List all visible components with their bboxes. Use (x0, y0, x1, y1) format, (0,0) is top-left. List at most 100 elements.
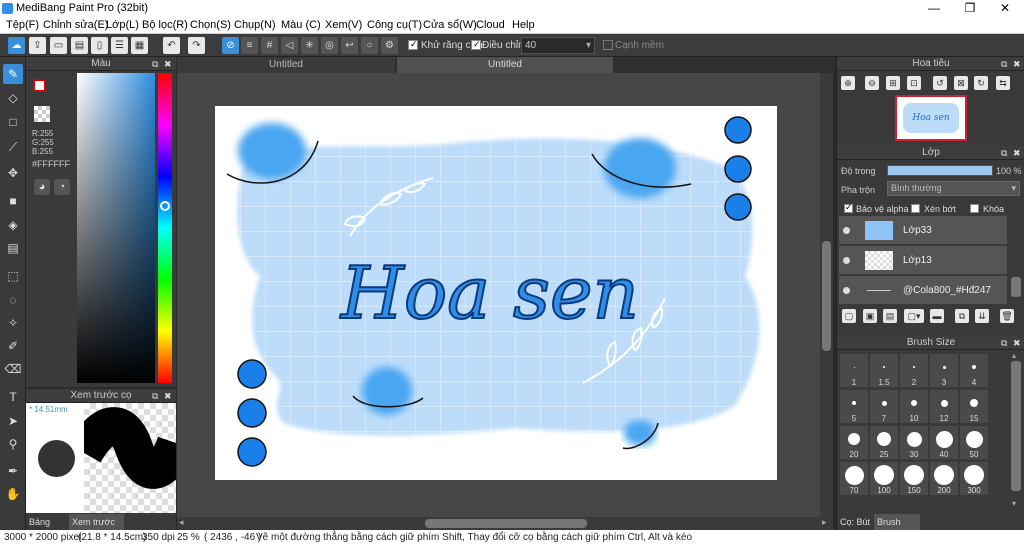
visibility-icon[interactable] (843, 227, 850, 234)
brush-size-cell[interactable]: 25 (869, 425, 899, 460)
lock-checkbox[interactable] (970, 204, 979, 213)
tab-brush-size[interactable]: Brush Size (874, 514, 920, 543)
brush-size-cell[interactable]: 15 (959, 389, 989, 424)
drawing-canvas[interactable]: Hoa sen (215, 106, 777, 480)
brush-size-cell[interactable]: 20 (839, 425, 869, 460)
reset-view-icon[interactable]: ⊠ (954, 76, 968, 90)
zoom-out-icon[interactable]: ⊖ (865, 76, 879, 90)
menu-layer[interactable]: Lớp(L) (106, 19, 139, 31)
brush-size-scroll-thumb[interactable] (1011, 361, 1021, 491)
layer-row[interactable]: Lớp33 (839, 216, 1007, 245)
operation-tool-icon[interactable]: ➤ (3, 411, 23, 431)
hue-handle[interactable] (160, 201, 170, 211)
brush-size-cell[interactable]: 12 (929, 389, 959, 424)
color-settings-icon[interactable]: ◔ (54, 179, 70, 195)
menu-cloud[interactable]: Cloud (476, 19, 505, 31)
protect-alpha-checkbox[interactable]: ✓ (844, 202, 853, 213)
new-8bit-layer-icon[interactable]: ▤ (883, 309, 897, 323)
eyedropper-tool-icon[interactable]: ⚲ (3, 434, 23, 454)
panel-close-icon[interactable]: ✖ (1013, 336, 1021, 350)
tab-palette[interactable]: Bảng màu (26, 514, 68, 543)
menu-color[interactable]: Màu (C) (281, 19, 321, 31)
layers-scroll-thumb[interactable] (1011, 277, 1021, 297)
tab-brush-preview[interactable]: Xem trước cọ (69, 514, 124, 543)
dot-tool-icon[interactable]: □ (3, 112, 23, 132)
comment-icon[interactable]: ▭ (50, 37, 67, 54)
brush-size-cell[interactable]: 5 (839, 389, 869, 424)
duplicate-layer-icon[interactable]: ⧉ (955, 309, 969, 323)
brush-size-cell[interactable]: 1 (839, 353, 869, 388)
snap-curve-icon[interactable]: ↩ (341, 37, 358, 54)
lasso-tool-icon[interactable]: ◌ (3, 290, 23, 310)
add-layer-menu-icon[interactable]: ▢▾ (904, 309, 924, 323)
menu-view[interactable]: Xem(V) (325, 19, 362, 31)
brush-size-cell[interactable]: 50 (959, 425, 989, 460)
magic-wand-tool-icon[interactable]: ✧ (3, 313, 23, 333)
zoom-in-icon[interactable]: ⊕ (841, 76, 855, 90)
snap-settings-icon[interactable]: ⚙ (381, 37, 398, 54)
close-button[interactable]: ✕ (988, 0, 1022, 17)
brush-size-cell[interactable]: 3 (929, 353, 959, 388)
vertical-scrollbar[interactable] (820, 73, 833, 517)
visibility-icon[interactable] (843, 287, 850, 294)
brush-size-cell[interactable]: 300 (959, 461, 989, 496)
snap-radial-icon[interactable]: ✳ (301, 37, 318, 54)
grid-icon[interactable]: ▦ (131, 37, 148, 54)
brush-size-cell[interactable]: 30 (899, 425, 929, 460)
visibility-icon[interactable] (843, 257, 850, 264)
hand-tool-icon[interactable]: ✋ (3, 484, 23, 504)
tab-untitled-2[interactable]: Untitled (397, 57, 613, 73)
navigator-preview[interactable]: Hoa sen (895, 95, 967, 141)
brush-size-cell[interactable]: 1.5 (869, 353, 899, 388)
menu-edit[interactable]: Chỉnh sửa(E) (43, 19, 108, 31)
panel-close-icon[interactable]: ✖ (1013, 146, 1021, 160)
panel-close-icon[interactable]: ✖ (164, 389, 172, 403)
palette-icon[interactable]: ◕ (34, 179, 50, 195)
dropper-tool-icon[interactable]: ✒ (3, 461, 23, 481)
delete-layer-icon[interactable]: 🗑 (1000, 309, 1014, 323)
menu-select[interactable]: Chọn(S) (190, 19, 231, 31)
snap-parallel-icon[interactable]: ≡ (241, 37, 258, 54)
menu-tools[interactable]: Công cụ(T) (367, 19, 422, 31)
snap-off-icon[interactable]: ⊘ (222, 37, 239, 54)
horizontal-scrollbar[interactable]: ◂ ▸ (177, 517, 833, 530)
foreground-color-swatch[interactable] (33, 79, 46, 92)
snap-grid-icon[interactable]: # (261, 37, 278, 54)
scroll-down-icon[interactable]: ▾ (1012, 499, 1016, 508)
eraser-tool-icon[interactable]: ◇ (3, 88, 23, 108)
panel-close-icon[interactable]: ✖ (164, 57, 172, 71)
new-layer-icon[interactable]: ▢ (842, 309, 856, 323)
maximize-button[interactable]: ❐ (953, 0, 987, 17)
brush-size-cell[interactable]: 150 (899, 461, 929, 496)
snap-circle-icon[interactable]: ◎ (321, 37, 338, 54)
menu-help[interactable]: Help (512, 19, 535, 31)
tab-untitled-1[interactable]: Untitled (177, 57, 395, 73)
transparent-color-swatch[interactable] (34, 106, 50, 122)
vertical-scroll-thumb[interactable] (822, 241, 831, 351)
brush-size-cell[interactable]: 7 (869, 389, 899, 424)
move-tool-icon[interactable]: ✥ (3, 163, 23, 183)
scroll-right-icon[interactable]: ▸ (822, 517, 827, 528)
menu-capture[interactable]: Chụp(N) (234, 19, 276, 31)
tab-brush[interactable]: Cọ: Bút (837, 514, 873, 530)
undock-icon[interactable]: ⧉ (1001, 336, 1007, 350)
new-halftone-layer-icon[interactable]: ▣ (863, 309, 877, 323)
brush-size-cell[interactable]: 10 (899, 389, 929, 424)
brush-tool-icon[interactable]: ✎ (3, 64, 23, 84)
antialias-checkbox[interactable]: ✓ (408, 39, 418, 50)
fill-rect-tool-icon[interactable]: ■ (3, 191, 23, 211)
chevron-down-icon[interactable]: ▾ (1011, 182, 1016, 195)
minimize-button[interactable]: — (917, 0, 951, 17)
actual-size-icon[interactable]: ⊡ (907, 76, 921, 90)
soft-edge-checkbox[interactable] (603, 40, 613, 50)
gradient-tool-icon[interactable]: ▤ (3, 238, 23, 258)
scroll-up-icon[interactable]: ▴ (1012, 351, 1016, 360)
message-icon[interactable]: ▤ (71, 37, 88, 54)
undock-icon[interactable]: ⧉ (152, 57, 158, 71)
flip-icon[interactable]: ⇆ (996, 76, 1010, 90)
horizontal-scroll-thumb[interactable] (425, 519, 587, 528)
line-tool-icon[interactable]: ⟋ (3, 137, 23, 157)
undo-icon[interactable]: ↶ (163, 37, 180, 54)
brush-size-cell[interactable]: 200 (929, 461, 959, 496)
menu-window[interactable]: Cửa sổ(W) (423, 19, 477, 31)
